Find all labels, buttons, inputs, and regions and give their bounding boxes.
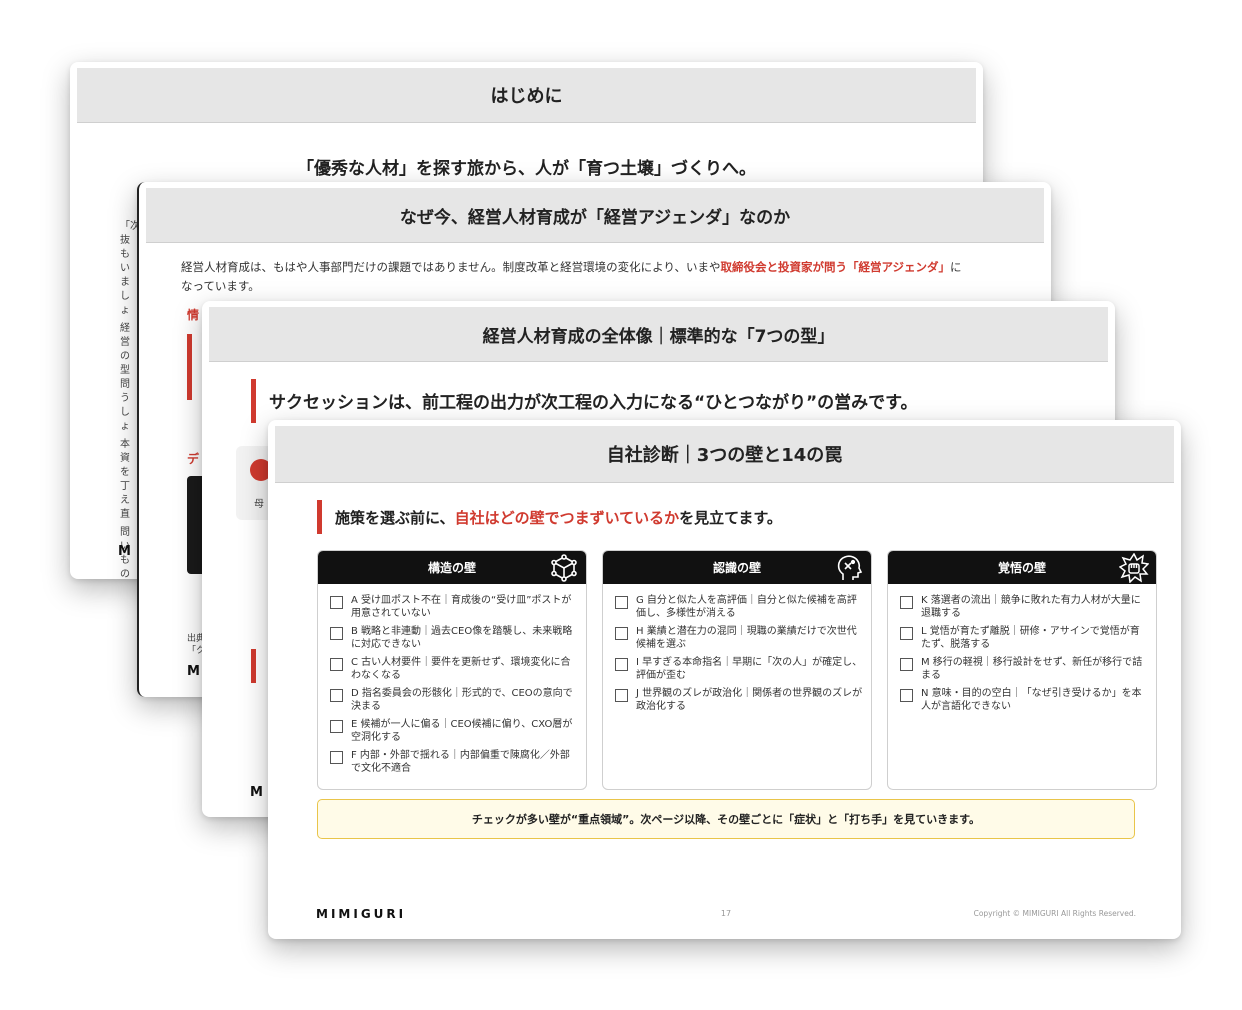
accent-bar (317, 500, 322, 534)
checklist-item: E 候補が一人に偏る｜CEO候補に偏り、CXO層が空洞化する (330, 718, 578, 744)
mimiguri-logo: M (250, 785, 266, 800)
column-header: 構造の壁 (318, 551, 586, 584)
page-number: 17 (720, 909, 732, 918)
fist-burst-icon (1119, 553, 1149, 583)
checkbox[interactable] (615, 627, 628, 640)
checkbox[interactable] (330, 627, 343, 640)
section-label-fragment: デ (187, 452, 200, 466)
column-header: 認識の壁 (603, 551, 871, 584)
slide-title: はじめに (77, 68, 976, 123)
column-header: 覚悟の壁 (888, 551, 1156, 584)
checkbox[interactable] (900, 658, 913, 671)
checkbox[interactable] (615, 658, 628, 671)
section-label-fragment: 情 (187, 308, 200, 322)
slide-body: 経営人材育成は、もはや人事部門だけの課題ではありません。制度改革と経営環境の変化… (181, 260, 962, 293)
checklist-item: G 自分と似た人を高評価｜自分と似た候補を高評価し、多様性が消える (615, 594, 863, 620)
checkbox[interactable] (330, 658, 343, 671)
wall-column-resolve: 覚悟の壁 K 落選者の流出｜競争に敗れた有力人材が大量に退職する L 覚悟が育た… (887, 550, 1157, 790)
wall-column-perception: 認識の壁 G 自分と似た人を高評価｜自分と似た候補を高評価し、多様性が消える H… (602, 550, 872, 790)
checkbox[interactable] (900, 689, 913, 702)
checkbox[interactable] (330, 596, 343, 609)
card-text-fragment: 母 (254, 499, 264, 510)
checklist-item: K 落選者の流出｜競争に敗れた有力人材が大量に退職する (900, 594, 1148, 620)
accent-bar (187, 334, 192, 400)
accent-bar (251, 379, 256, 423)
cube-network-icon (551, 554, 577, 582)
mimiguri-logo: MIMIGURI (316, 907, 407, 921)
checklist-item: L 覚悟が育たず離脱｜研修・アサインで覚悟が育たず、脱落する (900, 625, 1148, 651)
slide-headline: 「優秀な人材」を探す旅から、人が「育つ土壌」づくりへ。 (297, 159, 756, 179)
checkbox[interactable] (330, 689, 343, 702)
summary-note: チェックが多い壁が“重点領域”。次ページ以降、その壁ごとに「症状」と「打ち手」を… (317, 799, 1135, 839)
checklist-item: F 内部・外部で揺れる｜内部偏重で陳腐化／外部で文化不適合 (330, 749, 578, 775)
slide-title: 自社診断｜3つの壁と14の罠 (275, 426, 1174, 483)
checkbox[interactable] (615, 596, 628, 609)
checklist-item: M 移行の軽視｜移行設計をせず、新任が移行で詰まる (900, 656, 1148, 682)
slide-title: なぜ今、経営人材育成が「経営アジェンダ」なのか (146, 188, 1044, 243)
slide-title: 経営人材育成の全体像｜標準的な「7つの型」 (209, 307, 1108, 362)
slide-self-diagnosis: 自社診断｜3つの壁と14の罠 施策を選ぶ前に、自社はどの壁でつまずいているかを見… (268, 420, 1181, 939)
slide-lead: 施策を選ぶ前に、自社はどの壁でつまずいているかを見立てます。 (335, 509, 782, 527)
checklist-item: H 業績と潜在力の混同｜現職の業績だけで次世代候補を選ぶ (615, 625, 863, 651)
checklist-item: D 指名委員会の形骸化｜形式的で、CEOの意向で決まる (330, 687, 578, 713)
checklist-item: N 意味・目的の空白｜「なぜ引き受けるか」を本人が言語化できない (900, 687, 1148, 713)
checklist-item: I 早すぎる本命指名｜早期に「次の人」が確定し、評価が歪む (615, 656, 863, 682)
left-text-fragments: 「次抜もいましょ 経営の型問うしょ 本資を丁え直 問いものを、見取 (120, 221, 140, 579)
checklist-item: A 受け皿ポスト不在｜育成後の“受け皿”ポストが用意されていない (330, 594, 578, 620)
accent-bar (251, 649, 256, 683)
checkbox[interactable] (615, 689, 628, 702)
slide-lead: サクセッションは、前工程の出力が次工程の入力になる“ひとつながり”の営みです。 (269, 393, 918, 413)
mimiguri-logo: M (118, 544, 134, 559)
checkbox[interactable] (900, 627, 913, 640)
checklist-item: C 古い人材要件｜要件を更新せず、環境変化に合わなくなる (330, 656, 578, 682)
wall-column-structure: 構造の壁 A 受け皿ポスト不在｜育成後の“受け皿”ポストが用意されていない B … (317, 550, 587, 790)
checklist-item: B 戦略と非連動｜過去CEO像を踏襲し、未来戦略に対応できない (330, 625, 578, 651)
checkbox[interactable] (330, 720, 343, 733)
copyright: Copyright © MIMIGURI All Rights Reserved… (973, 909, 1136, 918)
head-confusion-icon (837, 555, 863, 580)
checkbox[interactable] (330, 751, 343, 764)
checkbox[interactable] (900, 596, 913, 609)
checklist-item: J 世界観のズレが政治化｜関係者の世界観のズレが政治化する (615, 687, 863, 713)
mimiguri-logo: M (187, 664, 203, 679)
